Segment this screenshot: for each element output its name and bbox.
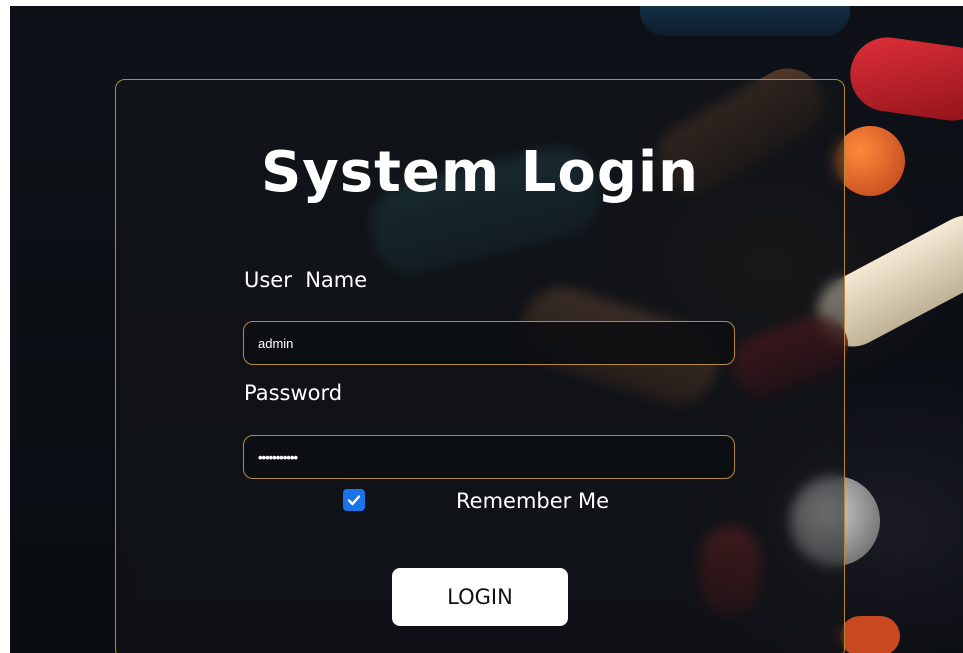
remember-me-label: Remember Me xyxy=(456,489,609,513)
username-label: User Name xyxy=(244,268,368,292)
checkmark-icon xyxy=(347,495,361,506)
capsule-red xyxy=(845,32,963,126)
capsule-orange-bottom xyxy=(840,616,900,653)
password-label: Password xyxy=(244,381,343,405)
page-title: System Login xyxy=(260,140,700,205)
screen-frame: System Login User Name Password Remember… xyxy=(10,6,963,653)
login-button[interactable]: LOGIN xyxy=(392,568,568,626)
password-input[interactable] xyxy=(243,435,735,479)
remember-me-checkbox[interactable] xyxy=(343,489,365,511)
capsule-orange xyxy=(835,126,905,196)
capsule-blue-top xyxy=(640,6,850,36)
login-card: System Login User Name Password Remember… xyxy=(115,79,845,653)
username-input[interactable] xyxy=(243,321,735,365)
